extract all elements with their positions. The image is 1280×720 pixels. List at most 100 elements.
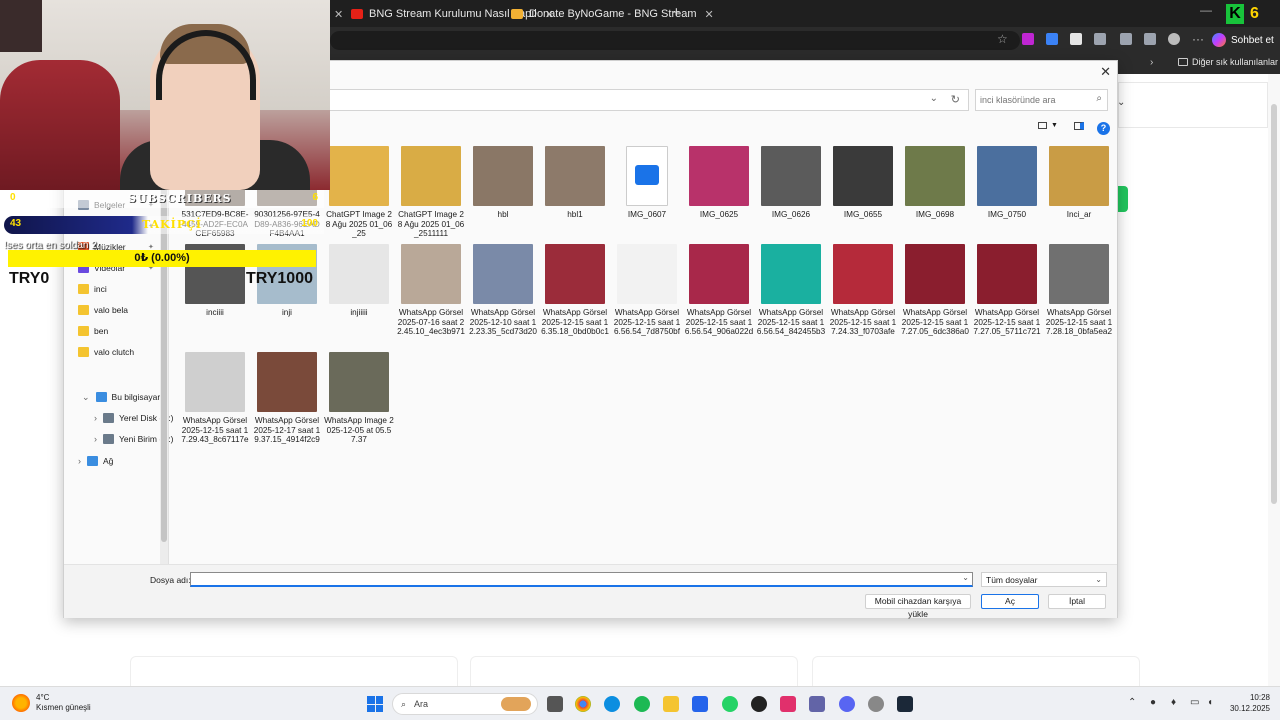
new-tab-button[interactable]: +	[672, 4, 681, 21]
instagram-icon[interactable]	[780, 696, 796, 712]
page-scrollbar[interactable]	[1268, 74, 1280, 686]
file-item[interactable]: WhatsApp Görsel 2025-07-16 saat 22.45.10…	[396, 244, 466, 337]
steam-icon[interactable]	[897, 696, 913, 712]
task-view-icon[interactable]	[547, 696, 563, 712]
file-item[interactable]: IMG_0607	[612, 146, 682, 220]
file-item[interactable]: ChatGPT Image 28 Ağu 2025 01_06_2511111	[396, 146, 466, 239]
file-item[interactable]: hbl1	[540, 146, 610, 220]
chevron-right-icon[interactable]: ›	[78, 456, 81, 466]
chevron-down-icon[interactable]: ⌄	[1117, 97, 1125, 108]
tray-app-icon[interactable]: ●	[1150, 697, 1156, 708]
view-menu[interactable]: ▼	[1038, 122, 1058, 129]
file-item[interactable]: IMG_0655	[828, 146, 898, 220]
weather-widget[interactable]: 4°C Kısmen güneşli	[12, 693, 91, 713]
clock[interactable]: 10:28 30.12.2025	[1226, 692, 1270, 714]
spotify-icon[interactable]	[634, 696, 650, 712]
search-icon[interactable]: ⌕	[1096, 93, 1102, 104]
file-item[interactable]: WhatsApp Görsel 2025-12-17 saat 19.37.15…	[252, 352, 322, 445]
file-item[interactable]: Inci_ar	[1044, 146, 1114, 220]
teams-icon[interactable]	[809, 696, 825, 712]
file-item[interactable]: WhatsApp Görsel 2025-12-15 saat 16.56.54…	[684, 244, 754, 337]
filename-field[interactable]: ⌄	[190, 572, 973, 587]
chrome-icon[interactable]	[575, 696, 591, 712]
file-item[interactable]: IMG_0625	[684, 146, 754, 220]
whatsapp-icon[interactable]	[722, 696, 738, 712]
file-item[interactable]: hbl	[468, 146, 538, 220]
minimize-icon[interactable]: —	[1200, 3, 1212, 17]
volume-icon[interactable]: ◖	[1207, 697, 1213, 708]
extension-icon[interactable]	[1022, 33, 1034, 45]
file-item[interactable]: WhatsApp Görsel 2025-12-10 saat 12.23.35…	[468, 244, 538, 337]
edge-icon[interactable]	[604, 696, 620, 712]
discord-icon[interactable]	[839, 696, 855, 712]
extension-icon[interactable]	[1046, 33, 1058, 45]
help-icon[interactable]: ?	[1097, 122, 1110, 135]
microphone-icon[interactable]: ♦	[1171, 697, 1176, 708]
file-item[interactable]: WhatsApp Görsel 2025-12-15 saat 16.35.18…	[540, 244, 610, 337]
nav-item[interactable]: ⌄ Bu bilgisayar	[82, 389, 160, 405]
chevron-right-icon[interactable]: ›	[1150, 57, 1153, 68]
file-item[interactable]: WhatsApp Görsel 2025-12-15 saat 17.24.33…	[828, 244, 898, 337]
file-item[interactable]: WhatsApp Görsel 2025-12-15 saat 17.27.05…	[900, 244, 970, 337]
chevron-right-icon[interactable]: ›	[94, 413, 97, 423]
network-icon[interactable]: ▭	[1190, 697, 1199, 708]
store-icon[interactable]	[692, 696, 708, 712]
more-icon[interactable]: ···	[1192, 32, 1204, 46]
obs-icon[interactable]	[868, 696, 884, 712]
file-item[interactable]: injiiiii	[324, 244, 394, 318]
chevron-down-icon[interactable]: ⌄	[962, 573, 969, 582]
start-button[interactable]	[367, 696, 383, 712]
filename-input[interactable]	[191, 573, 951, 585]
file-explorer-icon[interactable]	[663, 696, 679, 712]
close-icon[interactable]: ✕	[705, 8, 714, 21]
extensions-icon[interactable]	[1120, 33, 1132, 45]
nav-item[interactable]: inci	[78, 281, 107, 297]
image-thumbnail	[833, 146, 893, 206]
refresh-extension-icon[interactable]	[1094, 33, 1106, 45]
open-button[interactable]: Aç	[981, 594, 1039, 609]
address-bar[interactable]	[330, 31, 1020, 50]
refresh-icon[interactable]: ↻	[951, 93, 960, 106]
profile-icon[interactable]	[1168, 33, 1180, 45]
folder-search[interactable]: ⌕	[975, 89, 1108, 111]
search-input[interactable]	[976, 90, 1086, 110]
file-item[interactable]: WhatsApp Görsel 2025-12-15 saat 16.56.54…	[612, 244, 682, 337]
copilot-chat-button[interactable]: Sohbet et	[1212, 31, 1274, 49]
page-green-button[interactable]	[1118, 186, 1128, 212]
chevron-up-icon[interactable]: ⌃	[1128, 697, 1136, 708]
scrollbar-thumb[interactable]	[1271, 104, 1277, 504]
close-icon[interactable]: ✕	[1100, 64, 1111, 80]
file-item[interactable]: IMG_0698	[900, 146, 970, 220]
tab-close-previous[interactable]: ✕	[334, 5, 343, 23]
extension-icon[interactable]	[1070, 33, 1082, 45]
file-item[interactable]: WhatsApp Görsel 2025-12-15 saat 17.28.18…	[1044, 244, 1114, 337]
file-item[interactable]: WhatsApp Görsel 2025-12-15 saat 17.27.05…	[972, 244, 1042, 337]
other-bookmarks[interactable]: Diğer sık kullanılanlar	[1178, 57, 1278, 67]
nav-item[interactable]: valo clutch	[78, 344, 134, 360]
filetype-select[interactable]: Tüm dosyalar ⌄	[981, 572, 1107, 587]
tab-donate[interactable]: Donate ByNoGame - BNG Stream ✕	[511, 5, 714, 23]
cancel-button[interactable]: İptal	[1048, 594, 1106, 609]
file-name: WhatsApp Görsel 2025-12-15 saat 16.35.18…	[541, 308, 609, 336]
chevron-down-icon[interactable]: ⌄	[82, 392, 90, 403]
image-thumbnail	[329, 352, 389, 412]
nav-item[interactable]: › Ağ	[78, 453, 113, 469]
file-item[interactable]: WhatsApp Görsel 2025-12-15 saat 17.29.43…	[180, 352, 250, 445]
file-item[interactable]: IMG_0750	[972, 146, 1042, 220]
file-item[interactable]: WhatsApp Image 2025-12-05 at 05.57.37	[324, 352, 394, 445]
kick-badge: K 6	[1226, 4, 1259, 24]
file-item[interactable]: WhatsApp Görsel 2025-12-15 saat 16.56.54…	[756, 244, 826, 337]
chatgpt-icon[interactable]	[751, 696, 767, 712]
preview-pane-icon[interactable]	[1074, 122, 1084, 130]
nav-item[interactable]: ben	[78, 323, 108, 339]
drive-icon	[103, 413, 114, 423]
chevron-down-icon[interactable]: ⌄	[930, 93, 938, 104]
chevron-right-icon[interactable]: ›	[94, 434, 97, 444]
file-item[interactable]: ChatGPT Image 28 Ağu 2025 01_06_25	[324, 146, 394, 239]
nav-item[interactable]: valo bela	[78, 302, 128, 318]
taskbar-search[interactable]: ⌕ Ara	[392, 693, 538, 715]
file-item[interactable]: IMG_0626	[756, 146, 826, 220]
star-icon[interactable]: ☆	[997, 32, 1008, 46]
favorites-icon[interactable]	[1144, 33, 1156, 45]
upload-from-mobile-button[interactable]: Mobil cihazdan karşıya yükle	[865, 594, 971, 619]
